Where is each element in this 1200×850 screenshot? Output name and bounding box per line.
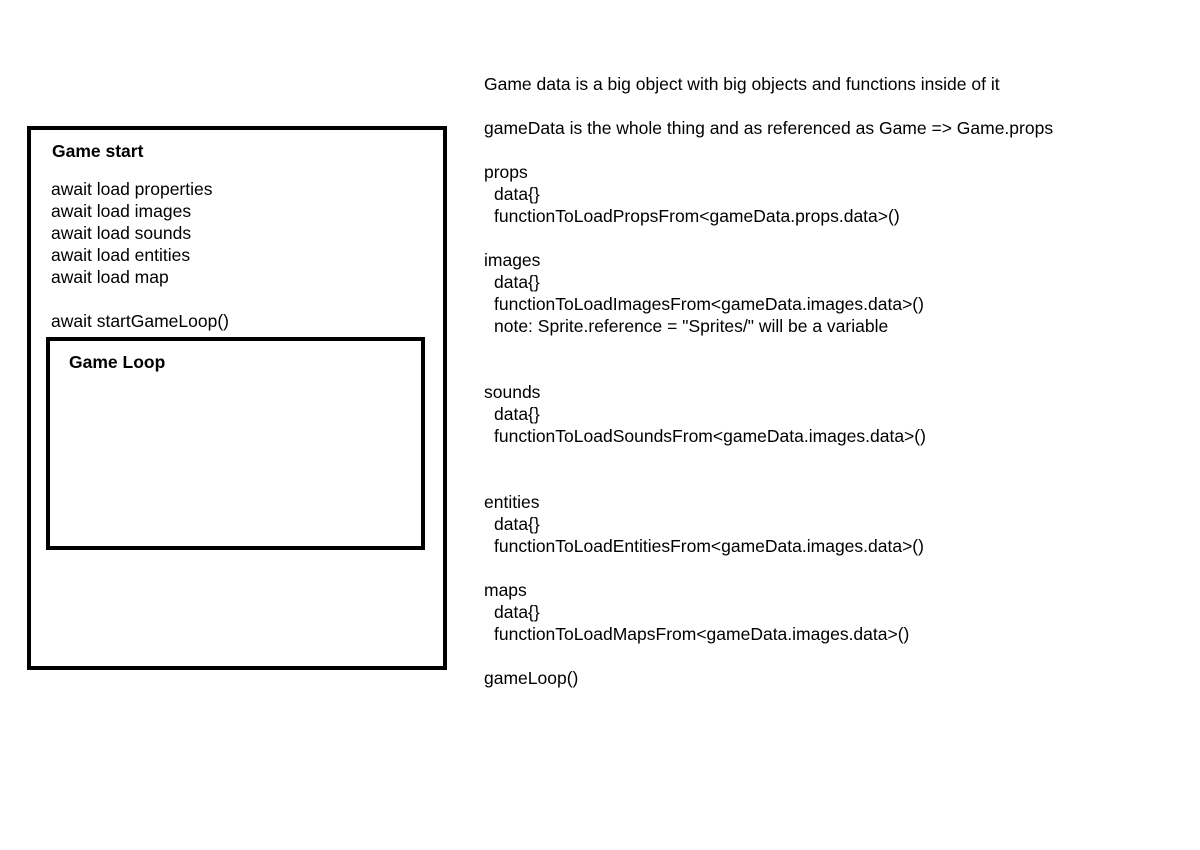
props-heading: props [484,162,528,182]
sounds-function: functionToLoadSoundsFrom<gameData.images… [494,426,926,446]
props-data: data{} [494,184,540,204]
entities-heading: entities [484,492,540,512]
entities-data: data{} [494,514,540,534]
images-function: functionToLoadImagesFrom<gameData.images… [494,294,924,314]
sounds-heading: sounds [484,382,541,402]
images-data: data{} [494,272,540,292]
step-load-map: await load map [51,267,169,287]
entities-function: functionToLoadEntitiesFrom<gameData.imag… [494,536,924,556]
step-load-properties: await load properties [51,179,213,199]
props-function: functionToLoadPropsFrom<gameData.props.d… [494,206,900,226]
notes-reference: gameData is the whole thing and as refer… [484,118,1054,138]
maps-function: functionToLoadMapsFrom<gameData.images.d… [494,624,910,644]
notes-intro: Game data is a big object with big objec… [484,74,1000,94]
step-load-entities: await load entities [51,245,191,265]
sounds-data: data{} [494,404,540,424]
step-load-sounds: await load sounds [51,223,192,243]
game-loop-title: Game Loop [69,352,166,372]
maps-heading: maps [484,580,527,600]
step-start-game-loop: await startGameLoop() [51,311,229,331]
images-heading: images [484,250,541,270]
maps-data: data{} [494,602,540,622]
game-start-title: Game start [52,141,144,161]
images-note: note: Sprite.reference = "Sprites/" will… [494,316,889,336]
game-loop-call: gameLoop() [484,668,579,688]
game-start-steps: await load properties await load images … [51,178,212,288]
step-load-images: await load images [51,201,192,221]
